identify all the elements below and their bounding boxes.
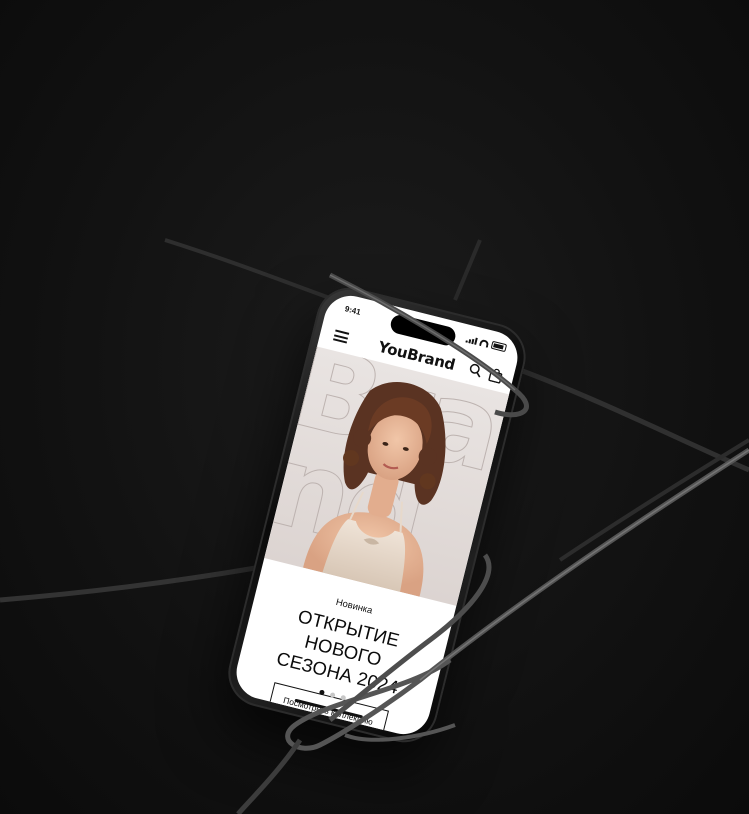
- search-icon[interactable]: [468, 362, 484, 378]
- status-icons: [465, 334, 508, 353]
- menu-icon[interactable]: [332, 329, 350, 344]
- bag-icon[interactable]: [488, 367, 504, 384]
- scene-background: 9:41 YouBrand nd Новинка ОТКРЫТИЕ НОВОГО…: [0, 0, 749, 814]
- carousel-dot-1[interactable]: [318, 689, 325, 696]
- status-time: 9:41: [343, 304, 362, 317]
- carousel-dot-3[interactable]: [339, 694, 346, 701]
- battery-icon: [490, 340, 508, 353]
- wifi-icon: [479, 338, 490, 348]
- carousel-dot-2[interactable]: [329, 691, 336, 699]
- signal-icon: [465, 335, 478, 345]
- smartphone: 9:41 YouBrand nd Новинка ОТКРЫТИЕ НОВОГО…: [221, 280, 533, 750]
